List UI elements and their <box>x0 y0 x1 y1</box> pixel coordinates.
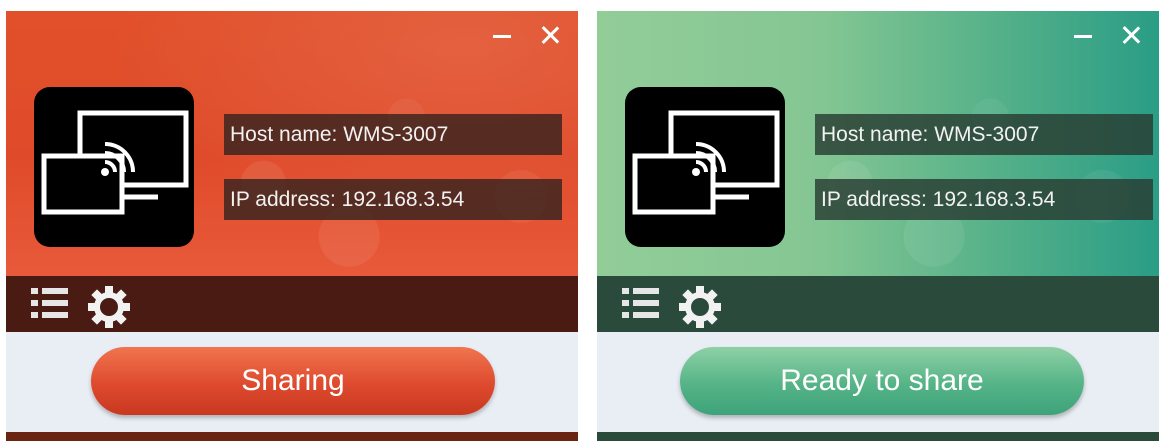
sharing-window: Host name: WMS-3007 IP address: 192.168.… <box>6 11 578 441</box>
gear-icon[interactable] <box>677 284 723 335</box>
action-area: Sharing <box>6 332 578 432</box>
toolbar <box>597 276 1159 332</box>
header-area: Host name: WMS-3007 IP address: 192.168.… <box>6 11 578 276</box>
close-button[interactable] <box>536 21 564 49</box>
ip-address-label: IP address: 192.168.3.54 <box>815 179 1153 220</box>
minimize-button[interactable] <box>488 21 516 49</box>
list-icon[interactable] <box>622 286 662 327</box>
header-area: Host name: WMS-3007 IP address: 192.168.… <box>597 11 1159 276</box>
footer-strip <box>597 432 1159 441</box>
close-icon <box>540 25 560 45</box>
sharing-button[interactable]: Sharing <box>91 347 495 415</box>
action-area: Ready to share <box>597 332 1159 432</box>
toolbar <box>6 276 578 332</box>
ready-to-share-button[interactable]: Ready to share <box>680 347 1084 415</box>
list-icon[interactable] <box>31 286 71 327</box>
close-button[interactable] <box>1117 21 1145 49</box>
footer-strip <box>6 432 578 441</box>
host-name-label: Host name: WMS-3007 <box>224 114 562 155</box>
ip-address-label: IP address: 192.168.3.54 <box>224 179 562 220</box>
minimize-icon <box>1074 34 1092 38</box>
gear-icon[interactable] <box>86 284 132 335</box>
close-icon <box>1121 25 1141 45</box>
host-name-label: Host name: WMS-3007 <box>815 114 1153 155</box>
ready-window: Host name: WMS-3007 IP address: 192.168.… <box>597 11 1159 441</box>
screen-cast-icon <box>34 87 194 247</box>
minimize-button[interactable] <box>1069 21 1097 49</box>
minimize-icon <box>493 34 511 38</box>
screen-cast-icon <box>625 87 785 247</box>
